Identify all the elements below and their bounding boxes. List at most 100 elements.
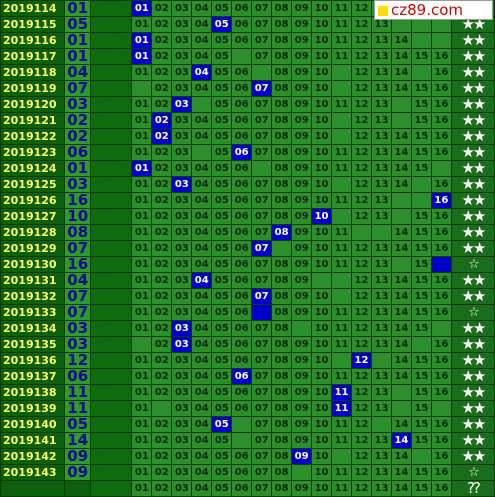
number-cell: 10 <box>311 256 333 273</box>
table-row: 2019120 03 01 02 03 05 06 07 08 09 10 11 12 13 15 16 ★★ <box>0 96 495 113</box>
number-cell: 08 <box>271 128 293 145</box>
number-cell: 08 <box>271 480 293 497</box>
number-cell: 08 <box>271 304 293 321</box>
number-cell: 04 <box>191 400 213 417</box>
hit-number-cell: 10 <box>311 208 333 225</box>
rating-stars: ★★ <box>450 368 495 385</box>
spacer-column <box>90 112 133 129</box>
number-cell: 02 <box>151 480 173 497</box>
number-cell: 12 <box>351 272 372 289</box>
number-cell: 12 <box>351 464 372 481</box>
number-cell: 04 <box>191 240 213 257</box>
spacer-column <box>90 320 133 337</box>
number-cell <box>410 192 432 209</box>
number-cell: 04 <box>191 0 213 17</box>
number-cell: 13 <box>370 64 392 81</box>
number-cell: 01 <box>131 16 153 33</box>
number-cell: 07 <box>251 384 273 401</box>
draw-number: 01 <box>64 32 92 49</box>
number-cell: 15 <box>410 224 432 241</box>
number-cell: 13 <box>370 160 392 177</box>
number-cell: 05 <box>211 480 233 497</box>
number-cell: 11 <box>331 240 353 257</box>
number-cell: 01 <box>131 176 153 193</box>
number-cell <box>410 176 432 193</box>
number-cell: 12 <box>351 384 372 401</box>
draw-number: 03 <box>64 176 92 193</box>
spacer-column <box>90 64 133 81</box>
number-cell: 11 <box>331 0 353 17</box>
number-cell: 13 <box>370 208 392 225</box>
number-cell <box>331 128 353 145</box>
number-cell: 15 <box>410 80 432 97</box>
number-cell: 16 <box>430 288 452 305</box>
number-cell: 05 <box>211 464 233 481</box>
table-row: 2019124 01 01 02 03 04 05 06 08 09 10 11 12 13 14 15 ★★ <box>0 160 495 177</box>
rating-stars: ☆ <box>450 464 495 481</box>
number-cell: 06 <box>231 240 253 257</box>
draw-number: 01 <box>64 0 92 17</box>
draw-number: 11 <box>64 384 92 401</box>
number-cell: 06 <box>231 128 253 145</box>
number-cell: 01 <box>131 208 153 225</box>
number-cell: 01 <box>131 352 153 369</box>
number-cell: 07 <box>251 48 273 65</box>
issue-number: 2019136 <box>0 352 66 369</box>
number-cell: 16 <box>430 48 452 65</box>
number-cell: 15 <box>410 128 432 145</box>
number-cell: 09 <box>291 128 313 145</box>
number-cell: 14 <box>390 48 412 65</box>
number-cell: 13 <box>370 384 392 401</box>
issue-number: 2019134 <box>0 320 66 337</box>
number-cell: 05 <box>211 208 233 225</box>
number-cell: 07 <box>251 368 273 385</box>
number-cell: 15 <box>410 368 432 385</box>
number-cell: 13 <box>370 144 392 161</box>
issue-number: 2019135 <box>0 336 66 353</box>
number-cell: 10 <box>311 192 333 209</box>
number-cell: 02 <box>151 64 173 81</box>
rating-stars: ★★ <box>450 272 495 289</box>
number-cell: 04 <box>191 208 213 225</box>
number-cell: 02 <box>151 256 173 273</box>
hit-number-cell <box>251 304 273 321</box>
number-cell: 04 <box>191 384 213 401</box>
rating-stars: ★★ <box>450 320 495 337</box>
number-cell: 09 <box>291 368 313 385</box>
number-cell: 05 <box>211 64 233 81</box>
number-cell: 12 <box>351 336 372 353</box>
issue-number: 2019139 <box>0 400 66 417</box>
site-logo[interactable]: cz89.com <box>374 0 493 20</box>
number-cell: 05 <box>211 448 233 465</box>
number-cell <box>370 352 392 369</box>
hit-number-cell: 14 <box>390 432 412 449</box>
number-cell: 15 <box>410 416 432 433</box>
hit-number-cell: 07 <box>251 80 273 97</box>
number-cell: 06 <box>231 0 253 17</box>
draw-number: 07 <box>64 304 92 321</box>
number-cell: 05 <box>211 32 233 49</box>
spacer-column <box>90 144 133 161</box>
rating-stars: ?? <box>450 480 495 497</box>
number-cell: 03 <box>171 32 193 49</box>
hit-number-cell: 05 <box>211 416 233 433</box>
draw-number: 09 <box>64 464 92 481</box>
number-cell: 10 <box>311 128 333 145</box>
number-cell: 11 <box>331 48 353 65</box>
number-cell: 12 <box>351 416 372 433</box>
number-cell: 04 <box>191 256 213 273</box>
number-cell: 10 <box>311 336 333 353</box>
number-cell: 02 <box>151 48 173 65</box>
number-cell: 05 <box>211 432 233 449</box>
number-cell: 07 <box>251 416 273 433</box>
number-cell: 09 <box>291 224 313 241</box>
number-cell: 03 <box>171 64 193 81</box>
spacer-column <box>90 160 133 177</box>
hit-number-cell: 01 <box>131 32 153 49</box>
number-cell: 16 <box>430 464 452 481</box>
issue-number: 2019143 <box>0 464 66 481</box>
number-cell: 09 <box>291 384 313 401</box>
issue-number: 2019114 <box>0 0 66 17</box>
number-cell <box>410 64 432 81</box>
number-cell: 11 <box>331 160 353 177</box>
